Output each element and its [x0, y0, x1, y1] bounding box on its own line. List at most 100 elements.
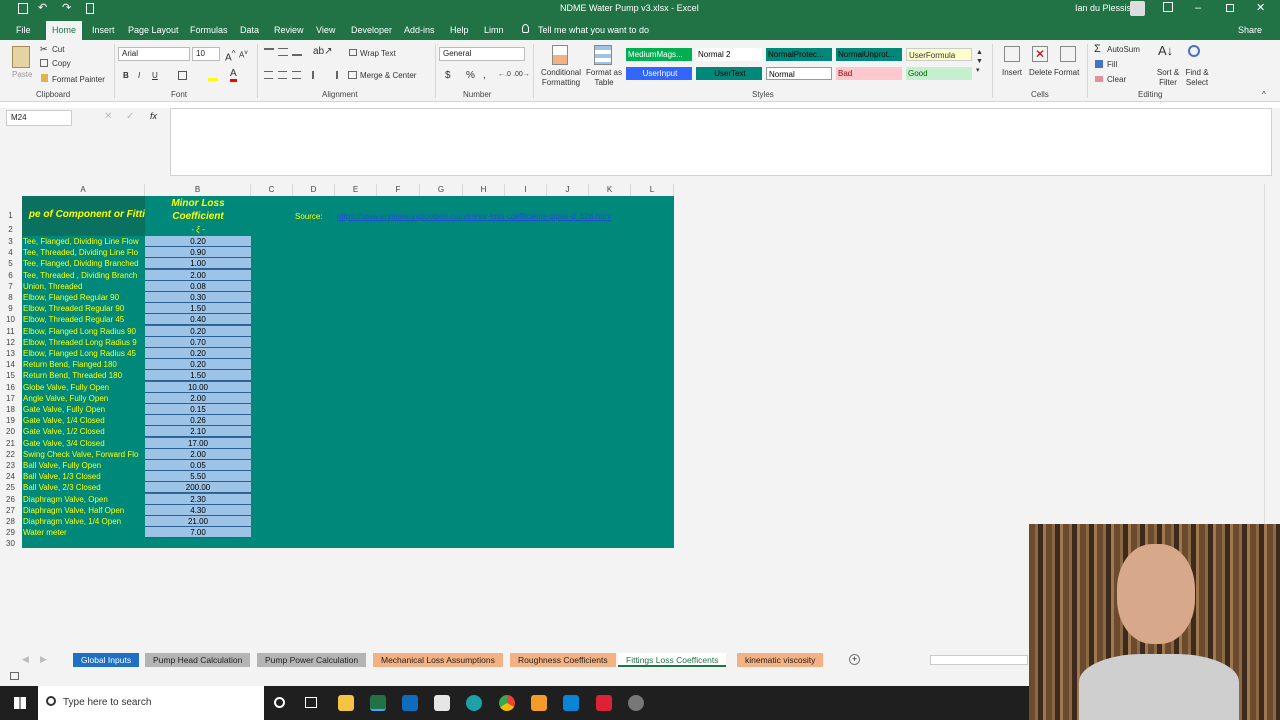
font-size-select[interactable]: 10 [192, 47, 220, 61]
row-header[interactable]: 15 [0, 370, 21, 381]
fill-button[interactable]: Fill [1107, 60, 1117, 69]
new-file-icon[interactable] [86, 3, 94, 14]
decrease-indent-icon[interactable] [312, 71, 322, 79]
loss-coefficient-cell[interactable]: 0.90 [145, 247, 251, 259]
italic-button[interactable]: I [138, 71, 140, 80]
column-header-i[interactable]: I [505, 184, 547, 196]
component-name-cell[interactable]: Tee, Threaded , Dividing Branch [22, 270, 145, 281]
component-name-cell[interactable]: Swing Check Valve, Forward Flo [22, 449, 145, 460]
component-name-cell[interactable]: Tee, Flanged, Dividing Branched [22, 258, 145, 269]
sublime-icon[interactable] [531, 695, 547, 711]
row-header[interactable]: 21 [0, 438, 21, 449]
name-box[interactable]: M24 [6, 110, 72, 126]
sheet-tab-mechanical-loss[interactable]: Mechanical Loss Assumptions [373, 653, 503, 667]
component-name-cell[interactable]: Elbow, Flanged Regular 90 [22, 292, 145, 303]
tab-home[interactable]: Home [46, 21, 83, 40]
component-name-cell[interactable]: Return Bend, Flanged 180 [22, 359, 145, 370]
format-as-table-button[interactable]: Format as Table [585, 68, 623, 88]
sheet-tab-kinematic-viscosity[interactable]: kinematic viscosity [737, 653, 824, 667]
align-left-icon[interactable] [264, 71, 273, 79]
row-header[interactable]: 27 [0, 505, 21, 516]
tab-limn[interactable]: Limn [478, 21, 510, 40]
row-header[interactable]: 11 [0, 326, 21, 337]
file-explorer-icon[interactable] [338, 695, 354, 711]
chrome-icon[interactable] [499, 695, 515, 711]
task-view-icon[interactable] [305, 697, 317, 708]
undo-icon[interactable]: ↶ [38, 1, 47, 14]
column-header-b[interactable]: B [145, 184, 251, 196]
next-sheet-icon[interactable]: ▶ [40, 654, 47, 665]
loss-coefficient-cell[interactable]: 2.00 [145, 448, 251, 460]
tell-me-box[interactable]: Tell me what you want to do [532, 21, 655, 40]
row-header[interactable]: 12 [0, 337, 21, 348]
cut-button[interactable]: Cut [52, 45, 64, 54]
formula-input[interactable] [170, 108, 1272, 176]
style-good[interactable]: Good [906, 67, 972, 80]
minimize-icon[interactable]: – [1195, 2, 1201, 14]
row-header[interactable]: 14 [0, 359, 21, 370]
macro-record-icon[interactable] [10, 672, 19, 680]
sheet-tab-global-inputs[interactable]: Global Inputs [73, 653, 140, 667]
loss-coefficient-cell[interactable]: 2.00 [145, 392, 251, 404]
style-normal[interactable]: Normal [766, 67, 832, 80]
loss-coefficient-cell[interactable]: 0.20 [145, 348, 251, 359]
row-header-2[interactable]: 2 [0, 224, 21, 235]
share-button[interactable]: Share [1232, 21, 1268, 40]
orientation-icon[interactable]: ab↗ [313, 46, 333, 57]
component-name-cell[interactable]: Elbow, Threaded Regular 45 [22, 314, 145, 325]
component-name-cell[interactable]: Elbow, Flanged Long Radius 90 [22, 326, 145, 337]
source-link[interactable]: https://www.engineeringtoolbox.com/minor… [337, 211, 637, 222]
component-name-cell[interactable]: Gate Valve, 3/4 Closed [22, 438, 145, 449]
edge-icon[interactable] [466, 695, 482, 711]
align-middle-icon[interactable] [278, 48, 288, 56]
component-name-cell[interactable]: Angle Valve, Fully Open [22, 393, 145, 404]
column-header-c[interactable]: C [251, 184, 293, 196]
styles-more-icon[interactable]: ▲ ▼ ▾ [976, 48, 983, 75]
cell-b2[interactable]: - ξ - [145, 224, 251, 235]
component-name-cell[interactable]: Return Bend, Threaded 180 [22, 370, 145, 381]
clear-button[interactable]: Clear [1107, 75, 1126, 84]
row-header[interactable]: 18 [0, 404, 21, 415]
confirm-entry-icon[interactable]: ✓ [126, 111, 134, 122]
cancel-entry-icon[interactable]: ✕ [104, 111, 112, 122]
align-right-icon[interactable] [292, 71, 301, 79]
increase-decimal-button[interactable]: ←.0 [498, 71, 511, 78]
component-name-cell[interactable]: Gate Valve, 1/2 Closed [22, 426, 145, 437]
component-name-cell[interactable]: Elbow, Threaded Long Radius 9 [22, 337, 145, 348]
column-header-f[interactable]: F [377, 184, 420, 196]
ribbon-display-icon[interactable] [1163, 2, 1173, 12]
row-header[interactable]: 26 [0, 494, 21, 505]
component-name-cell[interactable]: Water meter [22, 527, 145, 538]
maximize-icon[interactable] [1226, 4, 1234, 12]
font-color-icon[interactable]: A [230, 69, 237, 82]
close-icon[interactable]: ✕ [1256, 1, 1265, 14]
percent-button[interactable]: % [466, 70, 475, 81]
loss-coefficient-cell[interactable]: 0.26 [145, 415, 251, 427]
row-header[interactable]: 25 [0, 482, 21, 493]
column-header-k[interactable]: K [589, 184, 631, 196]
row-header[interactable]: 5 [0, 258, 21, 269]
style-usertext[interactable]: UserText [696, 67, 762, 80]
component-name-cell[interactable]: Ball Valve, Fully Open [22, 460, 145, 471]
row-header[interactable]: 13 [0, 348, 21, 359]
style-userformula[interactable]: UserFormula [906, 48, 972, 61]
grow-font-button[interactable]: A^ [225, 48, 236, 63]
row-header[interactable]: 16 [0, 382, 21, 393]
user-name[interactable]: Ian du Plessis [1075, 3, 1131, 13]
style-bad[interactable]: Bad [836, 67, 902, 80]
row-header[interactable]: 20 [0, 426, 21, 437]
component-name-cell[interactable]: Ball Valve, 1/3 Closed [22, 471, 145, 482]
column-header-a[interactable]: A [22, 184, 145, 196]
increase-indent-icon[interactable] [328, 71, 338, 79]
find-select-button[interactable]: Find & Select [1182, 68, 1212, 88]
row-header[interactable]: 24 [0, 471, 21, 482]
bold-button[interactable]: B [123, 71, 129, 80]
column-header-j[interactable]: J [547, 184, 589, 196]
row-header[interactable]: 4 [0, 247, 21, 258]
loss-coefficient-cell[interactable]: 7.00 [145, 527, 251, 539]
tab-data[interactable]: Data [234, 21, 265, 40]
cell-a1[interactable]: pe of Component or Fitti [22, 206, 145, 224]
column-header-l[interactable]: L [631, 184, 674, 196]
media-icon[interactable] [596, 695, 612, 711]
loss-coefficient-cell[interactable]: 0.15 [145, 404, 251, 415]
